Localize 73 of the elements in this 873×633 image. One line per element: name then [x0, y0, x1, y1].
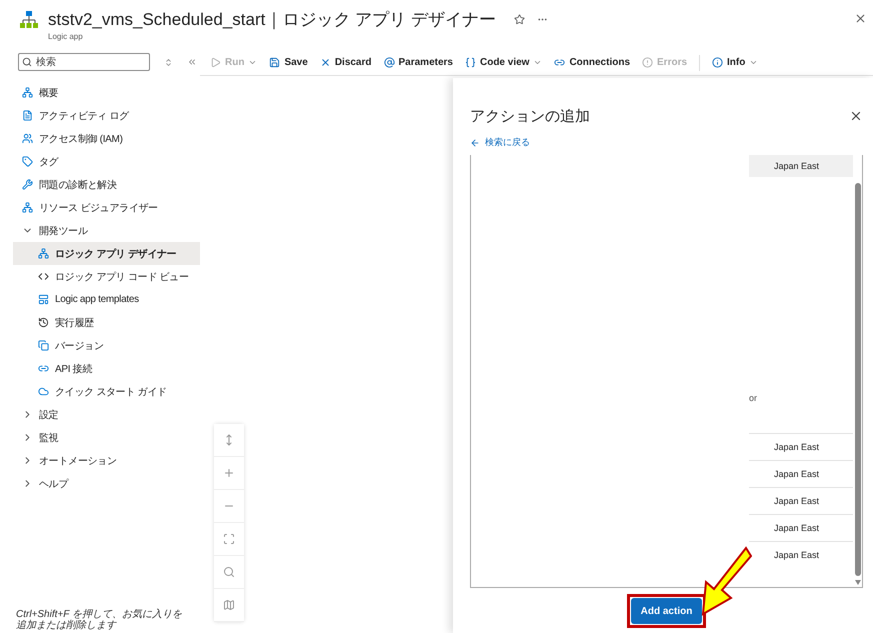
- list-note: or: [749, 393, 758, 403]
- toolbar-icon: [384, 57, 394, 68]
- sidebar-group[interactable]: ヘルプ: [0, 472, 200, 495]
- toolbar-icon: [320, 57, 331, 68]
- minimap-button[interactable]: [214, 589, 244, 622]
- logic-app-icon: [20, 10, 38, 30]
- toolbar-icon: [554, 57, 566, 68]
- menu-icon: [22, 133, 33, 144]
- favorite-star-icon[interactable]: [514, 14, 525, 25]
- sidebar-item[interactable]: アクティビティ ログ: [0, 104, 200, 127]
- toolbar-button[interactable]: Info: [712, 57, 758, 68]
- search-field[interactable]: 検索: [18, 53, 150, 71]
- menu-icon: [38, 294, 49, 305]
- menu-icon: [38, 271, 49, 282]
- menu-icon: [22, 179, 33, 190]
- sidebar-item[interactable]: リソース ビジュアライザー: [0, 196, 200, 219]
- menu-icon: [38, 363, 49, 374]
- sidebar-item[interactable]: タグ: [0, 150, 200, 173]
- scroll-down-icon[interactable]: [854, 580, 860, 585]
- collapse-icon[interactable]: [187, 57, 197, 67]
- sidebar-item[interactable]: 問題の診断と解決: [0, 173, 200, 196]
- toolbar-icon: [712, 57, 724, 68]
- menu-icon: [22, 87, 33, 98]
- sidebar-item[interactable]: API 接続: [13, 357, 200, 380]
- sidebar-item[interactable]: バージョン: [13, 334, 200, 357]
- toolbar-button[interactable]: Discard: [320, 57, 372, 68]
- fit-height-button[interactable]: [214, 424, 244, 457]
- menu-icon: [38, 386, 49, 397]
- toolbar-icon: [210, 57, 221, 68]
- sidebar-item[interactable]: 概要: [0, 81, 200, 104]
- shortcut-hint: Ctrl+Shift+F を押して、お気に入りを追加または削除します: [15, 609, 183, 633]
- toolbar-button[interactable]: Parameters: [384, 57, 453, 68]
- search-button[interactable]: [214, 556, 244, 589]
- zoom-in-icon: [223, 467, 235, 479]
- close-icon[interactable]: [854, 12, 867, 25]
- add-action-button[interactable]: Add action: [630, 598, 702, 624]
- list-cell[interactable]: Japan East: [749, 155, 853, 177]
- fit-view-icon: [223, 533, 235, 545]
- sidebar-group[interactable]: 設定: [0, 403, 200, 426]
- menu-icon: [22, 110, 33, 121]
- page-title: ststv2_vms_Scheduled_start｜ロジック アプリ デザイナー: [48, 10, 496, 30]
- toolbar-icon: [464, 57, 476, 68]
- close-icon: [849, 109, 863, 123]
- sidebar-group[interactable]: 開発ツール: [0, 219, 200, 242]
- sidebar-item[interactable]: Logic app templates: [13, 288, 200, 311]
- toolbar-icon: [269, 57, 280, 68]
- menu-icon: [38, 248, 49, 259]
- menu-icon: [22, 202, 33, 213]
- sidebar-item[interactable]: クイック スタート ガイド: [13, 380, 200, 403]
- back-link[interactable]: 検索に戻る: [470, 136, 863, 149]
- sidebar-item[interactable]: 実行履歴: [13, 311, 200, 334]
- panel-title: アクションの追加: [470, 106, 590, 126]
- sidebar-item[interactable]: アクセス制御 (IAM): [0, 127, 200, 150]
- menu-icon: [38, 340, 49, 351]
- sidebar-group[interactable]: オートメーション: [0, 449, 200, 472]
- menu-icon: [22, 156, 33, 167]
- toolbar-button[interactable]: Code view: [464, 57, 542, 68]
- sidebar-group[interactable]: 監視: [0, 426, 200, 449]
- sidebar-item[interactable]: ロジック アプリ デザイナー: [13, 242, 200, 265]
- menu-icon: [38, 317, 49, 328]
- sort-icon[interactable]: [164, 58, 173, 66]
- page-subtitle: Logic app: [48, 32, 84, 41]
- callout-arrow: [700, 546, 752, 616]
- toolbar-button[interactable]: Connections: [554, 57, 630, 68]
- toolbar-icon: [642, 57, 654, 68]
- toolbar-button[interactable]: Save: [269, 57, 308, 68]
- search-icon: [223, 566, 235, 578]
- sidebar-item[interactable]: ロジック アプリ コード ビュー: [13, 265, 200, 288]
- search-icon: [22, 57, 32, 67]
- scrollbar-thumb[interactable]: [854, 183, 860, 576]
- close-button[interactable]: [849, 109, 863, 123]
- back-arrow-icon: [470, 138, 480, 148]
- minimap-icon: [223, 599, 235, 611]
